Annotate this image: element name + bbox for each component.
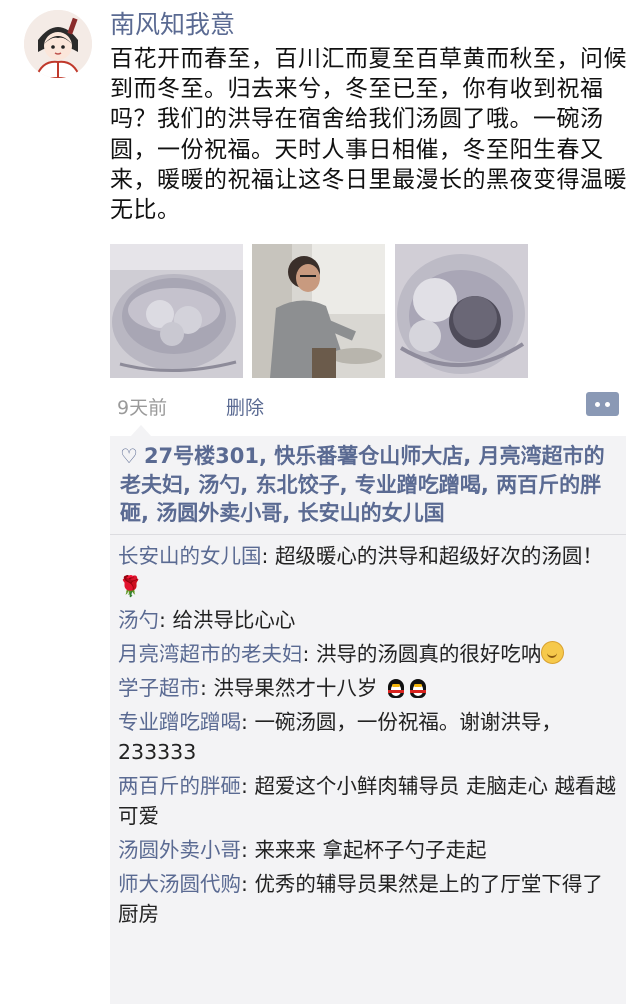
- delete-link[interactable]: 删除: [226, 393, 264, 420]
- comment[interactable]: 学子超市: 洪导果然才十八岁: [118, 673, 622, 703]
- post-author[interactable]: 南风知我意: [110, 8, 235, 42]
- post-text: 百花开而春至，百川汇而夏至百草黄而秋至，问候到而冬至。归去来兮，冬至已至，你有收…: [110, 46, 627, 224]
- comment[interactable]: 专业蹭吃蹭喝: 一碗汤圆，一份祝福。谢谢洪导，233333: [118, 707, 622, 767]
- dot-icon: [595, 402, 600, 407]
- comment[interactable]: 汤圆外卖小哥: 来来来 拿起杯子勺子走起: [118, 835, 622, 865]
- comment-author[interactable]: 两百斤的胖砸: [118, 774, 241, 798]
- rose-icon: 🌹: [118, 574, 143, 598]
- comment-author[interactable]: 师大汤圆代购: [118, 872, 241, 896]
- comment[interactable]: 两百斤的胖砸: 超爱这个小鲜肉辅导员 走脑走心 越看越可爱: [118, 771, 622, 831]
- comment-text: 洪导果然才十八岁: [213, 676, 378, 700]
- comment-text: 给洪导比心心: [172, 608, 296, 632]
- smile-icon: [541, 641, 565, 664]
- photo-person-at-table[interactable]: [252, 244, 385, 378]
- comment-author[interactable]: 汤圆外卖小哥: [118, 838, 241, 862]
- divider: [110, 534, 626, 535]
- comment-separator: :: [241, 872, 255, 896]
- comment-author[interactable]: 长安山的女儿国: [118, 544, 262, 568]
- comment[interactable]: 月亮湾超市的老夫妇: 洪导的汤圆真的很好吃呐: [118, 639, 622, 669]
- panel-caret: [131, 425, 151, 436]
- penguin-icon: [408, 677, 428, 699]
- comment-author[interactable]: 专业蹭吃蹭喝: [118, 710, 241, 734]
- comment-separator: :: [302, 642, 316, 666]
- comment-author[interactable]: 汤勺: [118, 608, 159, 632]
- penguin-icon: [386, 677, 406, 699]
- comment-separator: :: [159, 608, 173, 632]
- comment[interactable]: 长安山的女儿国: 超级暖心的洪导和超级好次的汤圆！ 🌹: [118, 541, 622, 601]
- comment-separator: :: [200, 676, 214, 700]
- comment-separator: :: [261, 544, 275, 568]
- comment[interactable]: 师大汤圆代购: 优秀的辅导员果然是上的了厅堂下得了厨房: [118, 869, 622, 929]
- post-timestamp: 9天前: [117, 397, 168, 419]
- comments-list: 长安山的女儿国: 超级暖心的洪导和超级好次的汤圆！ 🌹 汤勺: 给洪导比心心 月…: [118, 541, 622, 933]
- comment-text: 超级暖心的洪导和超级好次的汤圆！: [274, 544, 603, 568]
- comment-separator: :: [241, 710, 255, 734]
- comment-text: 洪导的汤圆真的很好吃呐: [315, 642, 542, 666]
- heart-outline-icon: ♡: [120, 444, 138, 468]
- avatar-illustration: [24, 10, 92, 78]
- comment-separator: :: [241, 774, 255, 798]
- likes-names[interactable]: 27号楼301, 快乐番薯仓山师大店, 月亮湾超市的老夫妇, 汤勺, 东北饺子,…: [120, 444, 605, 525]
- photo-tangyuan-closeup[interactable]: [395, 244, 528, 378]
- comment-author[interactable]: 月亮湾超市的老夫妇: [118, 642, 303, 666]
- likes-list: ♡ 27号楼301, 快乐番薯仓山师大店, 月亮湾超市的老夫妇, 汤勺, 东北饺子…: [120, 442, 620, 528]
- comment-text: 来来来 拿起杯子勺子走起: [254, 838, 487, 862]
- avatar[interactable]: [24, 10, 92, 78]
- more-actions-button[interactable]: [586, 392, 619, 416]
- dot-icon: [605, 402, 610, 407]
- likes-comments-panel: ♡ 27号楼301, 快乐番薯仓山师大店, 月亮湾超市的老夫妇, 汤勺, 东北饺子…: [110, 436, 626, 1004]
- comment-separator: :: [241, 838, 255, 862]
- photo-tangyuan-bowl[interactable]: [110, 244, 243, 378]
- comment-author[interactable]: 学子超市: [118, 676, 200, 700]
- comment[interactable]: 汤勺: 给洪导比心心: [118, 605, 622, 635]
